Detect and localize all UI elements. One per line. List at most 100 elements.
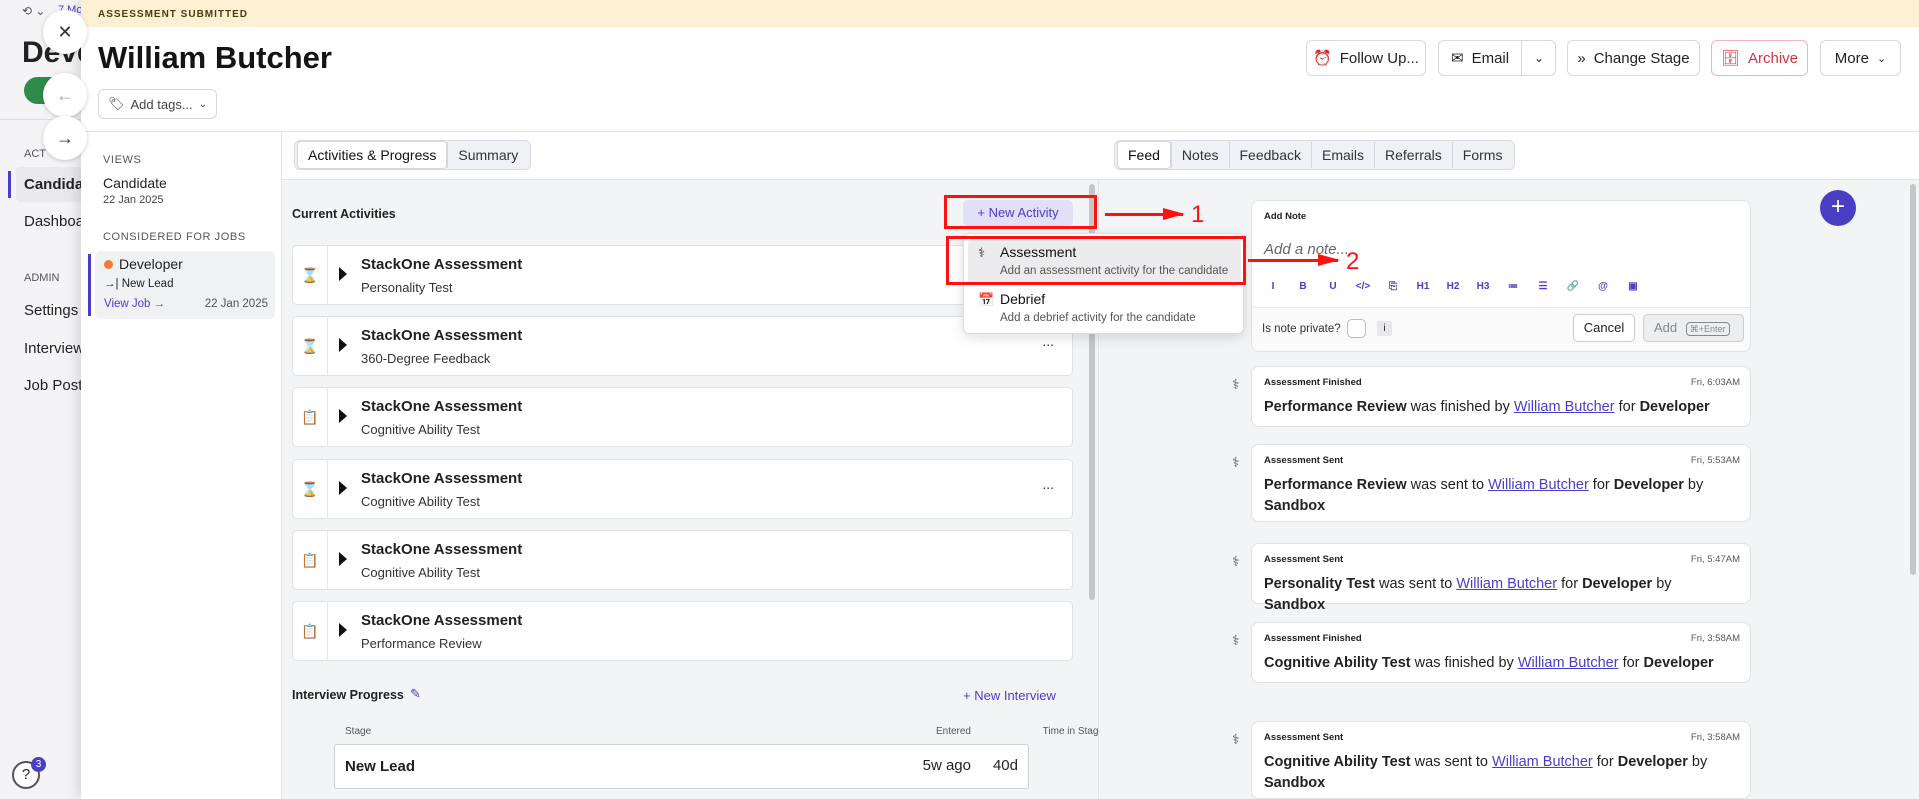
text: for xyxy=(1588,477,1614,493)
status-dot xyxy=(104,260,113,269)
toolbar-button[interactable]: ≔ xyxy=(1498,281,1528,292)
activity-card[interactable]: ⌛ StackOne Assessment 360-Degree Feedbac… xyxy=(292,316,1073,376)
tab-emails[interactable]: Emails xyxy=(1310,142,1374,168)
clipboard-check-icon: 📋 xyxy=(293,602,328,660)
view-job-link[interactable]: View Job → xyxy=(104,298,165,310)
toolbar-button[interactable]: ▣ xyxy=(1618,281,1648,292)
text: by xyxy=(1683,477,1704,493)
candidate-link[interactable]: William Butcher xyxy=(1488,477,1589,493)
hourglass-icon: ⌛ xyxy=(293,246,328,304)
edit-pencil-icon[interactable]: ✎ xyxy=(410,686,421,702)
sender: Sandbox xyxy=(1264,498,1326,514)
toolbar-button[interactable]: I xyxy=(1258,281,1288,292)
more-menu-button[interactable]: ... xyxy=(1042,476,1054,492)
email-button[interactable]: ✉ Email ⌄ xyxy=(1438,40,1556,76)
tab-notes[interactable]: Notes xyxy=(1170,142,1229,168)
activity-type: Cognitive Ability Test xyxy=(361,565,480,580)
tag-icon: 🏷 xyxy=(108,96,125,111)
info-icon[interactable]: i xyxy=(1377,321,1392,336)
candidate-link[interactable]: William Butcher xyxy=(1518,655,1619,671)
toolbar-button[interactable]: H3 xyxy=(1468,281,1498,292)
add-button[interactable]: + xyxy=(1820,190,1856,226)
toolbar-button[interactable]: H1 xyxy=(1408,281,1438,292)
archive-button[interactable]: 🗄 Archive xyxy=(1711,40,1808,76)
expand-caret-icon[interactable] xyxy=(339,481,347,495)
view-date: 22 Jan 2025 xyxy=(103,194,164,206)
activity-name: StackOne Assessment xyxy=(361,256,523,273)
tab-feedback[interactable]: Feedback xyxy=(1228,142,1311,168)
new-interview-button[interactable]: + New Interview xyxy=(963,688,1056,703)
email-dropdown-chevron-icon[interactable]: ⌄ xyxy=(1521,41,1556,75)
cancel-button[interactable]: Cancel xyxy=(1573,314,1635,342)
calendar-icon: 📅 xyxy=(978,292,995,307)
activity-card[interactable]: 📋 StackOne Assessment Cognitive Ability … xyxy=(292,530,1073,590)
event-kind: Assessment Finished xyxy=(1264,633,1362,644)
job-item-developer[interactable]: Developer →| New Lead View Job → 22 Jan … xyxy=(95,251,275,319)
candidate-link[interactable]: William Butcher xyxy=(1456,576,1557,592)
plus-icon: + xyxy=(1830,193,1845,220)
expand-caret-icon[interactable] xyxy=(339,267,347,281)
hourglass-icon: ⌛ xyxy=(293,460,328,518)
activity-name: StackOne Assessment xyxy=(361,612,523,629)
toolbar-button[interactable]: ⎘ xyxy=(1378,281,1408,292)
candidate-link[interactable]: William Butcher xyxy=(1492,754,1593,770)
feed-item: Assessment Sent Fri, 5:47AM Personality … xyxy=(1251,543,1751,613)
arrow-right-icon: → xyxy=(56,127,74,148)
previous-button[interactable]: ← xyxy=(43,73,87,117)
next-button[interactable]: → xyxy=(43,116,87,160)
close-icon: ✕ xyxy=(57,21,73,42)
nav-settings[interactable]: Settings xyxy=(24,302,78,319)
stage-row[interactable]: New Lead 5w ago 40d xyxy=(334,744,1029,789)
text: by xyxy=(1652,576,1672,592)
private-checkbox[interactable] xyxy=(1347,319,1366,338)
tab-summary[interactable]: Summary xyxy=(447,142,528,168)
text: was sent to xyxy=(1406,477,1489,493)
nav-interview[interactable]: Interview xyxy=(24,340,84,357)
toolbar-button[interactable]: 🔗 xyxy=(1558,281,1588,292)
scrollbar[interactable] xyxy=(1910,184,1916,575)
expand-caret-icon[interactable] xyxy=(339,552,347,566)
views-label: VIEWS xyxy=(103,154,142,166)
menu-item-debrief[interactable]: 📅 Debrief Add a debrief activity for the… xyxy=(968,286,1241,331)
archive-icon: 🗄 xyxy=(1720,50,1740,67)
shortcut-hint: ⌘+Enter xyxy=(1685,322,1730,336)
add-note-button[interactable]: Add ⌘+Enter xyxy=(1643,314,1744,342)
test-name: Performance Review xyxy=(1264,399,1407,415)
add-tags-select[interactable]: 🏷 Add tags... ⌄ xyxy=(98,89,217,119)
event-time: Fri, 5:53AM xyxy=(1690,455,1740,466)
follow-up-button[interactable]: ⏰ Follow Up... xyxy=(1306,40,1426,76)
activity-card[interactable]: ⌛ StackOne Assessment Cognitive Ability … xyxy=(292,459,1073,519)
expand-caret-icon[interactable] xyxy=(339,338,347,352)
toolbar-button[interactable]: B xyxy=(1288,281,1318,292)
stethoscope-icon: ⚕ xyxy=(1232,376,1240,392)
toolbar-button[interactable]: ☰ xyxy=(1528,281,1558,292)
text: for xyxy=(1614,399,1640,415)
toolbar-button[interactable]: U xyxy=(1318,281,1348,292)
more-button[interactable]: More ⌄ xyxy=(1820,40,1901,76)
close-button[interactable]: ✕ xyxy=(43,10,87,54)
tab-feed[interactable]: Feed xyxy=(1117,141,1171,169)
tab-activities-progress[interactable]: Activities & Progress xyxy=(297,141,448,169)
tab-referrals[interactable]: Referrals xyxy=(1374,142,1452,168)
toolbar-button[interactable]: @ xyxy=(1588,281,1618,292)
expand-caret-icon[interactable] xyxy=(339,409,347,423)
tab-forms[interactable]: Forms xyxy=(1451,142,1513,168)
toolbar-button[interactable]: H2 xyxy=(1438,281,1468,292)
expand-caret-icon[interactable] xyxy=(339,623,347,637)
change-stage-button[interactable]: » Change Stage xyxy=(1567,40,1700,76)
candidate-link[interactable]: William Butcher xyxy=(1514,399,1615,415)
job-name: Developer xyxy=(1639,399,1710,415)
text: was finished by xyxy=(1410,655,1518,671)
activity-card[interactable]: 📋 StackOne Assessment Performance Review xyxy=(292,601,1073,661)
view-candidate[interactable]: Candidate xyxy=(103,175,167,191)
clipboard-check-icon: 📋 xyxy=(293,388,328,446)
label: Change Stage xyxy=(1593,49,1690,67)
toolbar-button[interactable]: </> xyxy=(1348,281,1378,292)
annotation-number-1: 1 xyxy=(1191,201,1205,228)
text: for xyxy=(1592,754,1618,770)
candidate-panel: ASSESSMENT SUBMITTED William Butcher ⏰ Fo… xyxy=(81,0,1919,799)
test-name: Personality Test xyxy=(1264,576,1375,592)
event-time: Fri, 3:58AM xyxy=(1690,732,1740,743)
more-menu-button[interactable]: ... xyxy=(1042,333,1054,349)
activity-card[interactable]: 📋 StackOne Assessment Cognitive Ability … xyxy=(292,387,1073,447)
